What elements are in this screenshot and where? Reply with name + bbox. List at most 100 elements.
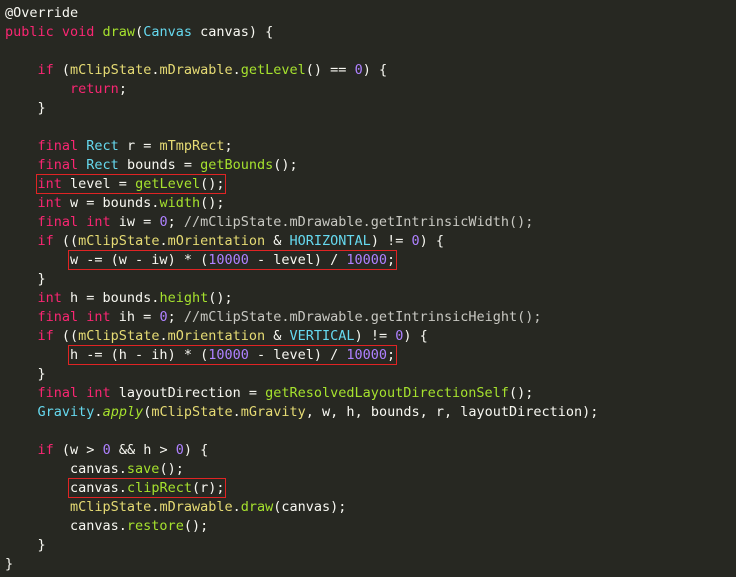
code-token-plain: } [5, 271, 46, 287]
code-token-number: 0 [102, 442, 111, 458]
code-token-keyword: final [37, 157, 87, 173]
code-token-keyword: int [37, 176, 62, 192]
code-token-plain: ) != [354, 328, 396, 344]
code-token-plain: . [159, 328, 168, 344]
code-token-field: mOrientation [167, 328, 266, 344]
code-token-plain: . [232, 404, 241, 420]
code-token-field: mClipState [78, 233, 160, 249]
code-line: @Override [5, 4, 598, 23]
code-token-plain: . [232, 62, 241, 78]
code-token-plain: iw = [110, 214, 160, 230]
code-token-plain: h = bounds. [61, 290, 160, 306]
code-line: int h = bounds.height(); [5, 289, 598, 308]
code-token-field: mDrawable [159, 62, 233, 78]
code-line: if (w > 0 && h > 0) { [5, 441, 598, 460]
highlight-box: h -= (h - ih) * (10000 - level) / 10000; [68, 345, 398, 365]
code-line: final Rect bounds = getBounds(); [5, 156, 598, 175]
code-token-field: mClipState [70, 62, 152, 78]
code-token-plain: . [94, 404, 103, 420]
code-token-number: 0 [159, 309, 168, 325]
code-token-plain: ) { [183, 442, 209, 458]
code-token-field: mOrientation [167, 233, 266, 249]
code-token-field: mClipState [78, 328, 160, 344]
code-token-plain: } [5, 556, 14, 572]
code-token-number: 10000 [346, 347, 388, 363]
code-token-plain: (r); [191, 480, 225, 496]
code-token-plain: ; [118, 81, 127, 97]
code-token-plain: (); [200, 195, 225, 211]
code-token-keyword: if [37, 62, 54, 78]
code-token-keyword: final int [37, 214, 111, 230]
code-token-keyword: if [37, 233, 54, 249]
code-token-comment: //mClipState.mDrawable.getIntrinsicWidth… [183, 214, 534, 230]
code-token-plain: & [265, 233, 290, 249]
code-token-function: getLevel [135, 176, 201, 192]
code-line: canvas.save(); [5, 460, 598, 479]
code-line: final Rect r = mTmpRect; [5, 137, 598, 156]
code-token-plain: - level) / [248, 347, 347, 363]
code-token-keyword: return [70, 81, 119, 97]
code-token-plain: (( [53, 233, 79, 249]
code-token-plain: } [5, 537, 46, 553]
code-token-plain: canvas. [5, 518, 127, 534]
code-token-number: 0 [159, 214, 168, 230]
code-token-plain: (( [53, 328, 79, 344]
highlight-box: w -= (w - iw) * (10000 - level) / 10000; [68, 250, 398, 270]
code-token-plain: (w > [53, 442, 103, 458]
code-token-number: 10000 [208, 252, 249, 268]
code-token-field: mClipState [70, 499, 152, 515]
code-line: final int iw = 0; //mClipState.mDrawable… [5, 213, 598, 232]
code-line: Gravity.apply(mClipState.mGravity, w, h,… [5, 403, 599, 422]
code-token-constant: HORIZONTAL [289, 233, 371, 249]
code-token-constant: VERTICAL [289, 328, 355, 344]
code-token-plain: - level) / [248, 252, 347, 268]
code-token-number: 10000 [208, 347, 249, 363]
code-token-plain: ) { [403, 328, 428, 344]
code-line: return; [5, 80, 598, 99]
code-line: final int layoutDirection = getResolvedL… [5, 384, 598, 403]
code-token-plain: ) != [370, 233, 412, 249]
code-token-type: Rect [86, 138, 119, 154]
code-line: if ((mClipState.mOrientation & VERTICAL)… [5, 327, 598, 346]
code-line: } [5, 270, 598, 289]
code-token-plain: } [5, 366, 46, 382]
code-token-function: draw [240, 499, 274, 515]
code-token-plain: ( [135, 24, 144, 40]
code-token-keyword: final int [37, 309, 111, 325]
code-token-field: mGravity [240, 404, 306, 420]
code-token-plain: ( [53, 62, 71, 78]
code-token-plain: (); [183, 518, 209, 534]
code-token-field: mDrawable [159, 499, 233, 515]
code-token-plain: (canvas); [273, 499, 347, 515]
code-token-type: Canvas [143, 24, 192, 40]
code-block: @Override public void draw(Canvas canvas)… [5, 4, 598, 574]
code-token-plain: ih = [110, 309, 160, 325]
code-token-keyword: final int [37, 385, 111, 401]
code-token-keyword: int [37, 195, 62, 211]
code-token-plain: } [5, 100, 46, 116]
code-token-plain: . [159, 233, 168, 249]
code-token-function: getResolvedLayoutDirectionSelf [265, 385, 509, 401]
highlight-box: int level = getLevel(); [35, 174, 227, 194]
code-token-plain: && h > [110, 442, 176, 458]
code-token-plain: layoutDirection = [110, 385, 266, 401]
code-token-number: 0 [175, 442, 184, 458]
code-line: public void draw(Canvas canvas) { [5, 23, 598, 42]
code-token-function: height [159, 290, 209, 306]
code-token-function: getLevel [240, 62, 306, 78]
code-token-annotation: @Override [5, 5, 79, 21]
code-line: w -= (w - iw) * (10000 - level) / 10000; [5, 250, 598, 270]
code-line: if ((mClipState.mOrientation & HORIZONTA… [5, 232, 598, 251]
code-line: } [5, 555, 598, 574]
